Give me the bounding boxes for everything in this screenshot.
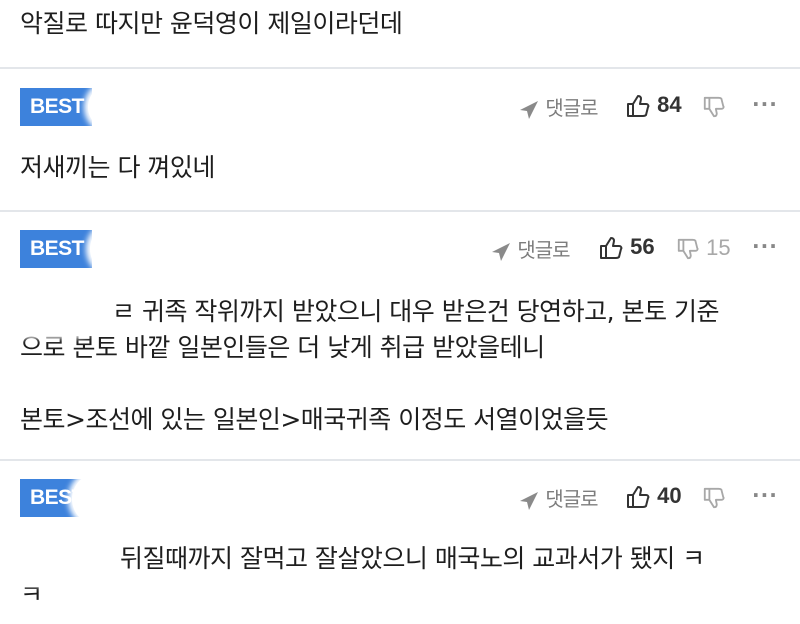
reply-arrow-icon — [520, 491, 538, 510]
more-options-button[interactable]: ··· — [752, 234, 778, 258]
comment-text: 악질로 따지만 윤덕영이 제일이라던데 — [20, 9, 403, 38]
thumbs-down-icon — [677, 239, 699, 260]
like-button[interactable]: 56 — [598, 234, 655, 261]
comment-text: 저새끼는 다 껴있네 — [20, 153, 215, 182]
dislike-count: 15 — [706, 235, 731, 260]
dislike-button[interactable] — [702, 484, 726, 510]
like-button[interactable]: 40 — [625, 483, 682, 510]
more-options-button[interactable]: ··· — [752, 483, 778, 507]
reply-label: 댓글로 — [517, 238, 570, 262]
redacted-username — [90, 224, 450, 274]
dislike-button[interactable]: 15 — [676, 235, 731, 261]
thumbs-up-icon — [627, 486, 650, 509]
comment-text: 뒤질때까지 잘먹고 잘살았으니 매국노의 교과서가 됐지 ㅋ ㅋ — [20, 544, 705, 609]
thumbs-up-icon — [627, 95, 650, 118]
redacted-text — [0, 536, 112, 582]
best-badge: BEST — [20, 88, 92, 126]
comment-header: BEST 댓글로 40 ··· — [0, 473, 800, 525]
reply-label: 댓글로 — [545, 96, 598, 120]
comment-header: BEST 댓글로 84 ··· — [0, 84, 800, 130]
best-badge: BEST — [20, 230, 92, 268]
like-count: 56 — [630, 234, 655, 259]
reply-button[interactable]: 댓글로 — [518, 483, 599, 512]
dislike-button[interactable] — [702, 93, 726, 119]
comment-divider — [0, 459, 800, 461]
like-count: 40 — [657, 483, 682, 508]
redacted-text — [0, 288, 100, 334]
thumbs-up-icon — [600, 237, 623, 260]
redacted-username — [72, 473, 412, 525]
thumbs-down-icon — [703, 97, 725, 118]
reply-button[interactable]: 댓글로 — [518, 92, 599, 121]
comment-divider — [0, 67, 800, 69]
redacted-username — [88, 84, 388, 130]
reply-arrow-icon — [492, 242, 510, 261]
more-options-button[interactable]: ··· — [752, 92, 778, 116]
comment-text: ㄹ 귀족 작위까지 받았으니 대우 받은건 당연하고, 본토 기준 으로 본토 … — [20, 297, 720, 434]
like-button[interactable]: 84 — [625, 92, 682, 119]
like-count: 84 — [657, 92, 682, 117]
thumbs-down-icon — [703, 488, 725, 509]
comment-header: BEST 댓글로 56 15 ··· — [0, 224, 800, 274]
reply-label: 댓글로 — [545, 487, 598, 511]
reply-button[interactable]: 댓글로 — [490, 234, 571, 263]
reply-arrow-icon — [520, 100, 538, 119]
comment-divider — [0, 210, 800, 212]
